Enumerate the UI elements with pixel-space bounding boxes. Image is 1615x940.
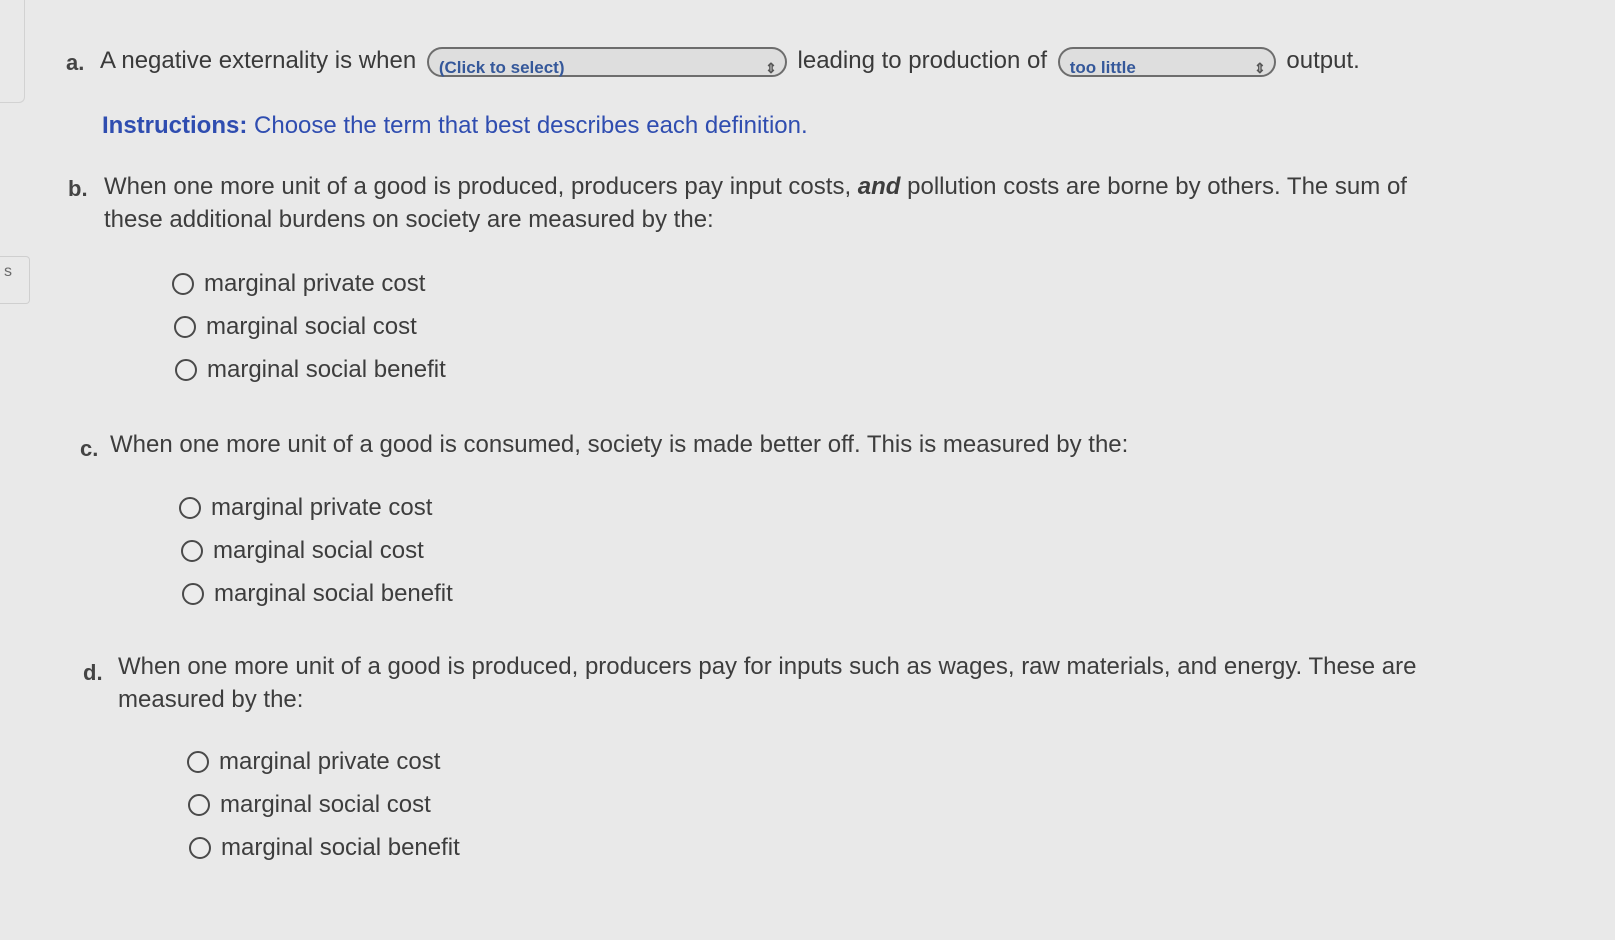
select-arrows-icon: ⇕ xyxy=(765,59,777,76)
left-panel-edge xyxy=(0,0,25,103)
option-label: marginal social benefit xyxy=(207,356,446,383)
question-b-text: When one more unit of a good is produced… xyxy=(104,170,1504,236)
question-d-line2: measured by the: xyxy=(118,686,304,713)
option-label: marginal private cost xyxy=(211,494,433,521)
question-b-emphasis: and xyxy=(857,173,901,200)
b-option-social-benefit[interactable]: marginal social benefit xyxy=(175,356,446,384)
c-option-social-benefit[interactable]: marginal social benefit xyxy=(182,580,453,608)
option-label: marginal private cost xyxy=(219,748,441,775)
option-label: marginal social cost xyxy=(206,313,417,340)
select-arrows-icon: ⇕ xyxy=(1253,59,1266,76)
radio-button[interactable] xyxy=(172,273,194,295)
option-label: marginal social cost xyxy=(213,537,424,564)
radio-button[interactable] xyxy=(189,837,211,859)
radio-button[interactable] xyxy=(174,316,196,338)
c-option-social-cost[interactable]: marginal social cost xyxy=(181,537,424,565)
instructions: Instructions: Choose the term that best … xyxy=(102,110,808,142)
question-c-letter: c. xyxy=(80,436,99,461)
side-tab[interactable]: s xyxy=(0,256,30,304)
externality-select-value: (Click to select) xyxy=(438,57,565,77)
option-label: marginal social benefit xyxy=(221,834,460,861)
question-c-text: When one more unit of a good is consumed… xyxy=(110,431,1129,458)
question-b-line2: these additional burdens on society are … xyxy=(104,206,714,233)
d-option-social-cost[interactable]: marginal social cost xyxy=(188,791,431,819)
question-a-letter: a. xyxy=(66,50,85,75)
instructions-text: Choose the term that best describes each… xyxy=(254,112,808,139)
externality-select[interactable]: (Click to select) ⇕ xyxy=(426,46,787,77)
d-option-social-benefit[interactable]: marginal social benefit xyxy=(189,834,460,862)
question-b-line1-start: When one more unit of a good is produced… xyxy=(104,173,852,200)
radio-button[interactable] xyxy=(188,794,210,816)
question-a-text-middle: leading to production of xyxy=(797,47,1048,74)
d-option-private-cost[interactable]: marginal private cost xyxy=(187,748,440,776)
b-option-social-cost[interactable]: marginal social cost xyxy=(174,313,417,341)
radio-button[interactable] xyxy=(179,497,201,519)
question-a: A negative externality is when (Click to… xyxy=(100,45,1360,77)
question-a-text-after: output. xyxy=(1286,47,1360,74)
option-label: marginal social cost xyxy=(220,791,431,818)
question-b-line1-end: pollution costs are borne by others. The… xyxy=(907,173,1407,200)
c-option-private-cost[interactable]: marginal private cost xyxy=(179,494,432,522)
output-level-select[interactable]: too little ⇕ xyxy=(1057,46,1276,77)
output-level-select-value: too little xyxy=(1069,57,1136,77)
radio-button[interactable] xyxy=(175,359,197,381)
question-b-letter: b. xyxy=(68,176,88,201)
radio-button[interactable] xyxy=(181,540,203,562)
radio-button[interactable] xyxy=(187,751,209,773)
question-a-text-before: A negative externality is when xyxy=(100,47,417,74)
question-d-letter: d. xyxy=(83,660,103,685)
option-label: marginal private cost xyxy=(204,270,426,297)
radio-button[interactable] xyxy=(182,583,204,605)
b-option-private-cost[interactable]: marginal private cost xyxy=(172,270,425,298)
option-label: marginal social benefit xyxy=(214,580,453,607)
question-d-line1: When one more unit of a good is produced… xyxy=(118,653,1417,680)
side-tab-label: s xyxy=(4,263,12,280)
question-d-text: When one more unit of a good is produced… xyxy=(118,650,1538,716)
instructions-heading: Instructions: xyxy=(102,112,248,139)
